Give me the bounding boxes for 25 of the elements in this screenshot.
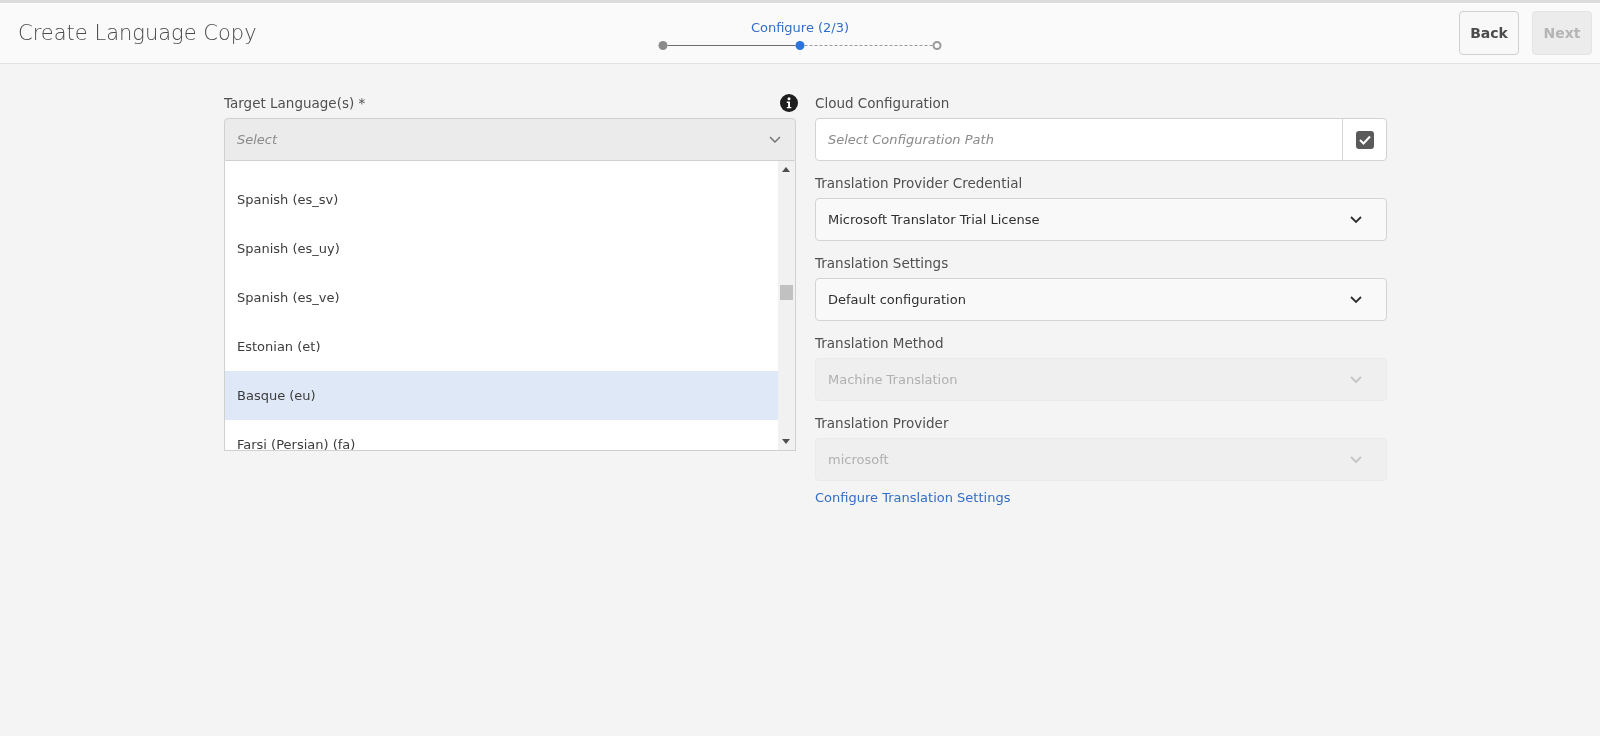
field-label: Target Language(s) *	[224, 95, 366, 111]
chevron-down-icon	[1350, 375, 1362, 384]
configuration-path-field[interactable]: Select Configuration Path	[815, 118, 1387, 161]
chevron-down-icon	[1350, 215, 1362, 224]
back-button[interactable]: Back	[1459, 11, 1519, 55]
field-label: Translation Provider	[815, 415, 949, 431]
page-title: Create Language Copy	[18, 21, 257, 45]
scrollbar[interactable]	[778, 161, 795, 450]
language-option[interactable]: Basque (eu)	[225, 371, 778, 420]
scroll-up-icon[interactable]	[782, 167, 790, 172]
chevron-down-icon	[769, 135, 781, 144]
chevron-down-icon	[1350, 295, 1362, 304]
checkbox[interactable]	[1355, 130, 1374, 149]
dropdown-field[interactable]: Microsoft Translator Trial License	[815, 198, 1387, 241]
chevron-down-icon	[1350, 455, 1362, 464]
step-label: Configure (2/3)	[750, 20, 850, 35]
scrollbar-thumb[interactable]	[780, 285, 793, 300]
field-label: Translation Method	[815, 335, 944, 351]
field-label: Cloud Configuration	[815, 95, 950, 111]
field-label: Translation Provider Credential	[815, 175, 1023, 191]
dropdown-field[interactable]: Default configuration	[815, 278, 1387, 321]
info-icon[interactable]	[780, 94, 798, 112]
field-label: Translation Settings	[815, 255, 949, 271]
scroll-down-icon[interactable]	[782, 439, 790, 444]
configure-settings-link[interactable]: Configure Translation Settings	[815, 490, 1011, 505]
